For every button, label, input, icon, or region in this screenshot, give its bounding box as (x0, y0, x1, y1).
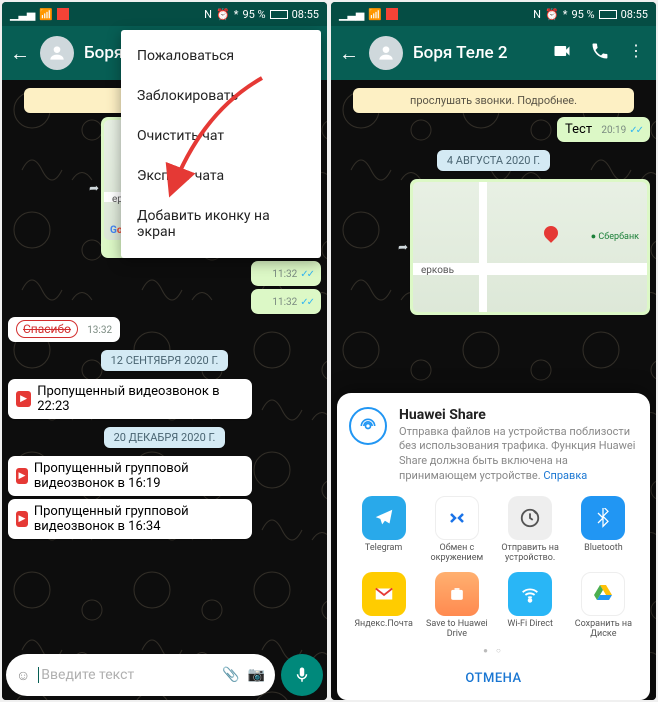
avatar[interactable] (369, 36, 403, 70)
share-grid: Telegram Обмен с окружением Отправить на… (349, 496, 638, 640)
share-telegram[interactable]: Telegram (349, 496, 418, 564)
share-bluetooth[interactable]: Bluetooth (569, 496, 638, 564)
message-in[interactable]: Спасибо 13:32 (8, 317, 120, 342)
encryption-banner: прослушать звонки. Подробнее. (353, 88, 635, 113)
bluetooth-icon: * (563, 8, 568, 21)
menu-export[interactable]: Экспорт чата (121, 156, 321, 196)
message-out[interactable]: 11:32 ✓✓ (251, 289, 321, 314)
share-google-drive[interactable]: Сохранить на Диске (569, 572, 638, 640)
avatar[interactable] (40, 36, 74, 70)
mail-icon (57, 8, 69, 20)
forward-icon[interactable]: ➦ (89, 181, 99, 195)
wifi-icon: 📶 (368, 8, 382, 21)
signal-icon: ▁▃▅ (10, 8, 35, 21)
message-input[interactable]: ☺ Введите текст 📎 📷 (6, 654, 275, 696)
share-yandex-mail[interactable]: Яндекс.Почта (349, 572, 418, 640)
statusbar: ▁▃▅ 📶 N ⏰ * 95 % 08:55 (2, 2, 327, 26)
share-sheet: Huawei Share Отправка файлов на устройст… (337, 393, 650, 700)
date-chip: 20 ДЕКАБРЯ 2020 Г. (104, 427, 226, 448)
battery-icon (270, 10, 288, 19)
attach-icon[interactable]: 📎 (222, 667, 239, 683)
message-out[interactable]: 11:32 ✓✓ (251, 261, 321, 286)
voice-call-icon[interactable] (590, 41, 610, 65)
mic-button[interactable] (281, 654, 323, 696)
clock: 08:55 (621, 8, 648, 21)
alarm-icon: ⏰ (216, 8, 230, 21)
cancel-button[interactable]: ОТМЕНА (349, 661, 638, 692)
share-send-device[interactable]: Отправить на устройство. (496, 496, 565, 564)
battery-text: 95 % (242, 8, 265, 21)
battery-icon (599, 10, 617, 19)
date-chip: 4 АВГУСТА 2020 Г. (437, 150, 550, 171)
signal-icon: ▁▃▅ (339, 8, 364, 21)
nfc-icon: N (533, 8, 541, 21)
emoji-icon[interactable]: ☺ (16, 667, 30, 684)
chat-title[interactable]: Боря Теле 2 (413, 43, 542, 63)
missed-call[interactable]: ▶Пропущенный видеозвонок в 22:23 (8, 379, 252, 419)
huawei-share-icon (349, 407, 387, 445)
statusbar: ▁▃▅ 📶 N ⏰ * 95 % 08:55 (331, 2, 656, 26)
mail-icon (386, 8, 398, 20)
missed-call[interactable]: ▶Пропущенный групповой видеозвонок в 16:… (8, 499, 252, 539)
share-huawei-drive[interactable]: Save to Huawei Drive (422, 572, 491, 640)
context-menu: Пожаловаться Заблокировать Очистить чат … (121, 30, 321, 258)
battery-text: 95 % (571, 8, 594, 21)
message-map[interactable]: ерковь ● Сбербанк (410, 179, 650, 315)
map-pin-icon (541, 223, 561, 243)
menu-addicon[interactable]: Добавить иконку на экран (121, 196, 321, 252)
date-chip: 12 СЕНТЯБРЯ 2020 Г. (101, 350, 229, 371)
share-wifi-direct[interactable]: Wi-Fi Direct (496, 572, 565, 640)
back-icon[interactable]: ← (10, 41, 30, 66)
camera-icon[interactable]: 📷 (248, 667, 265, 683)
more-icon[interactable]: ⋮ (628, 41, 644, 65)
back-icon[interactable]: ← (339, 41, 359, 66)
share-help-link[interactable]: Справка (543, 469, 587, 482)
menu-report[interactable]: Пожаловаться (121, 36, 321, 76)
missed-call[interactable]: ▶Пропущенный групповой видеозвонок в 16:… (8, 456, 252, 496)
forward-icon[interactable]: ➦ (398, 240, 408, 254)
wifi-icon: 📶 (39, 8, 53, 21)
phone-right: ▁▃▅ 📶 N ⏰ * 95 % 08:55 ← Боря Теле 2 ⋮ п… (331, 2, 656, 700)
menu-block[interactable]: Заблокировать (121, 76, 321, 116)
appbar: ← Боря Теле 2 ⋮ (331, 26, 656, 80)
share-nearby[interactable]: Обмен с окружением (422, 496, 491, 564)
menu-clear[interactable]: Очистить чат (121, 116, 321, 156)
phone-left: ▁▃▅ 📶 N ⏰ * 95 % 08:55 ← Боря Т прослуш … (2, 2, 327, 700)
video-call-icon[interactable] (552, 41, 572, 65)
video-missed-icon: ▶ (16, 511, 28, 527)
video-missed-icon: ▶ (16, 468, 28, 484)
video-missed-icon: ▶ (16, 391, 31, 407)
alarm-icon: ⏰ (545, 8, 559, 21)
input-bar: ☺ Введите текст 📎 📷 (6, 654, 323, 696)
share-title: Huawei Share (399, 407, 638, 423)
nfc-icon: N (204, 8, 212, 21)
page-dots: ● ○ (349, 646, 638, 655)
share-desc: Отправка файлов на устройства поблизости… (399, 425, 638, 484)
bluetooth-icon: * (234, 8, 239, 21)
message-out[interactable]: Тест 20:19 ✓✓ (557, 117, 650, 142)
clock: 08:55 (292, 8, 319, 21)
